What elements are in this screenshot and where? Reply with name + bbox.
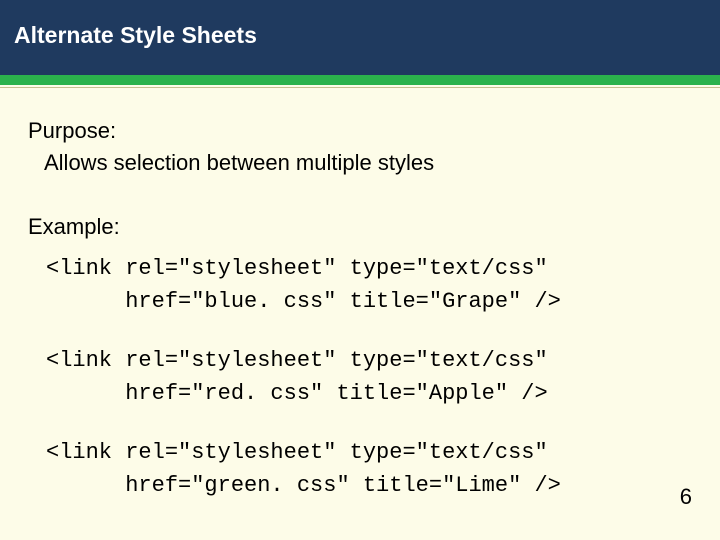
code-line: href="blue. css" title="Grape" /> — [46, 289, 561, 314]
page-number: 6 — [680, 484, 692, 510]
code-example-1: <link rel="stylesheet" type="text/css" h… — [46, 252, 692, 318]
code-line: <link rel="stylesheet" type="text/css" — [46, 348, 548, 373]
example-label: Example: — [28, 214, 692, 240]
code-example-3: <link rel="stylesheet" type="text/css" h… — [46, 436, 692, 502]
code-line: <link rel="stylesheet" type="text/css" — [46, 256, 548, 281]
code-line: href="red. css" title="Apple" /> — [46, 381, 548, 406]
slide-header: Alternate Style Sheets — [0, 0, 720, 75]
purpose-text: Allows selection between multiple styles — [44, 150, 692, 176]
slide-title: Alternate Style Sheets — [14, 22, 720, 49]
code-example-2: <link rel="stylesheet" type="text/css" h… — [46, 344, 692, 410]
slide: Alternate Style Sheets Purpose: Allows s… — [0, 0, 720, 540]
slide-content: Purpose: Allows selection between multip… — [0, 88, 720, 502]
divider-green — [0, 75, 720, 85]
code-line: href="green. css" title="Lime" /> — [46, 473, 561, 498]
purpose-label: Purpose: — [28, 118, 692, 144]
code-line: <link rel="stylesheet" type="text/css" — [46, 440, 548, 465]
